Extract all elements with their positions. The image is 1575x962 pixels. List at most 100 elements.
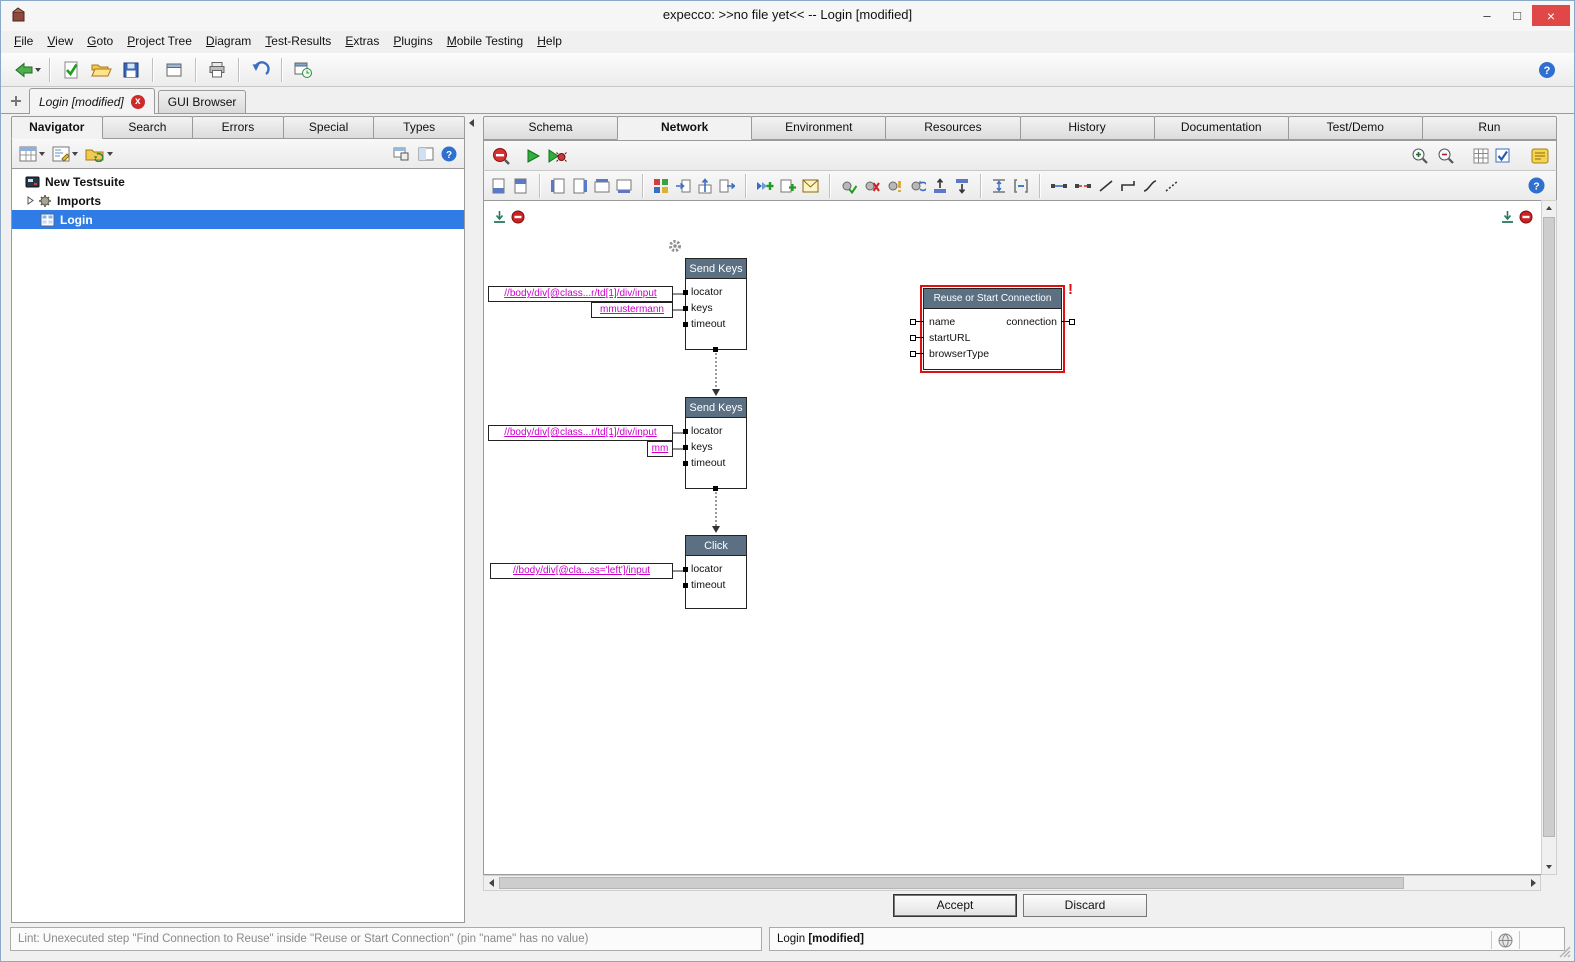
tab-resources[interactable]: Resources: [885, 116, 1020, 140]
auto-layout-button[interactable]: [651, 174, 671, 198]
tree-edit-mode-button[interactable]: [50, 142, 80, 166]
scroll-anchor-button[interactable]: [492, 210, 508, 225]
step-refresh-button[interactable]: [907, 174, 928, 198]
gear-icon[interactable]: [668, 239, 682, 253]
scroll-anchor-button[interactable]: [1500, 210, 1516, 225]
menu-plugins[interactable]: Plugins: [386, 31, 439, 53]
add-block-button[interactable]: [778, 174, 798, 198]
disable-step-button[interactable]: [861, 174, 882, 198]
pin-value-locator-2[interactable]: //body/div[@class...r/td[1]/div/input: [488, 425, 673, 441]
align-right-button[interactable]: [570, 174, 590, 198]
enable-step-button[interactable]: [838, 174, 859, 198]
move-pin-out-button[interactable]: [717, 174, 737, 198]
exec-out-pin[interactable]: [713, 347, 718, 352]
tab-types[interactable]: Types: [373, 116, 465, 139]
load-layout-button[interactable]: [511, 174, 531, 198]
resize-grip[interactable]: [1559, 946, 1571, 958]
debug-run-button[interactable]: [545, 144, 569, 168]
lower-pin-button[interactable]: [952, 174, 972, 198]
minimize-button[interactable]: –: [1472, 5, 1502, 26]
snap-to-grid-button[interactable]: [1493, 144, 1513, 168]
toolbar-help-button[interactable]: ?: [1532, 56, 1562, 84]
tab-environment[interactable]: Environment: [751, 116, 886, 140]
scroll-down-icon[interactable]: [1542, 860, 1556, 874]
open-file-button[interactable]: [86, 56, 116, 84]
pin-square-icon[interactable]: [683, 445, 688, 450]
check-syntax-button[interactable]: [56, 56, 86, 84]
tab-special[interactable]: Special: [283, 116, 375, 139]
exec-out-pin[interactable]: [713, 486, 718, 491]
run-button[interactable]: [523, 144, 543, 168]
print-button[interactable]: [202, 56, 232, 84]
float-panel-button[interactable]: [391, 142, 411, 166]
remove-anchor-button[interactable]: [1519, 210, 1535, 225]
input-pin-icon[interactable]: [910, 335, 916, 341]
tab-errors[interactable]: Errors: [192, 116, 284, 139]
accept-button[interactable]: Accept: [893, 894, 1017, 917]
zoom-in-button[interactable]: [1409, 144, 1431, 168]
expander-icon[interactable]: [26, 196, 35, 205]
canvas-hscrollbar[interactable]: [483, 875, 1541, 891]
pin-timeout[interactable]: timeout: [686, 455, 746, 471]
tab-login-modified[interactable]: Login [modified] x: [29, 88, 155, 114]
line-straight-button[interactable]: [1096, 174, 1116, 198]
panel-splitter[interactable]: [467, 113, 483, 923]
tab-run[interactable]: Run: [1422, 116, 1557, 140]
pin-locator[interactable]: locator: [686, 561, 746, 577]
pin-value-keys-1[interactable]: mmustermann: [591, 302, 673, 318]
show-notes-button[interactable]: [1529, 144, 1551, 168]
input-pin-icon[interactable]: [910, 351, 916, 357]
align-top-button[interactable]: [592, 174, 612, 198]
pin-value-keys-2[interactable]: mm: [647, 441, 673, 457]
back-button[interactable]: [11, 56, 43, 84]
distribute-vertical-button[interactable]: [989, 174, 1009, 198]
vscroll-thumb[interactable]: [1543, 217, 1555, 837]
zoom-out-button[interactable]: [1435, 144, 1457, 168]
pin-square-icon[interactable]: [683, 306, 688, 311]
pin-locator[interactable]: locator: [686, 284, 746, 300]
navigator-help-button[interactable]: ?: [439, 142, 459, 166]
add-comment-button[interactable]: [800, 174, 821, 198]
node-click[interactable]: Click locator timeout: [685, 535, 747, 609]
hscroll-thumb[interactable]: [499, 877, 1404, 889]
node-reuse-or-start-connection[interactable]: Reuse or Start Connection name connectio…: [923, 288, 1062, 370]
save-layout-button[interactable]: [489, 174, 509, 198]
move-pin-up-button[interactable]: [695, 174, 715, 198]
line-dotted-button[interactable]: [1162, 174, 1182, 198]
remove-anchor-button[interactable]: [511, 210, 527, 225]
menu-file[interactable]: File: [7, 31, 40, 53]
scroll-right-icon[interactable]: [1526, 876, 1540, 890]
diagram-help-button[interactable]: ?: [1526, 174, 1547, 198]
pin-timeout[interactable]: timeout: [686, 577, 746, 593]
clear-breakpoints-button[interactable]: [489, 144, 513, 168]
canvas-vscrollbar[interactable]: [1541, 200, 1557, 875]
add-step-button[interactable]: [754, 174, 776, 198]
pin-browsertype[interactable]: browserType: [924, 346, 1061, 362]
tab-history[interactable]: History: [1020, 116, 1155, 140]
maximize-button[interactable]: □: [1502, 5, 1532, 26]
tab-schema[interactable]: Schema: [483, 116, 618, 140]
tab-test-demo[interactable]: Test/Demo: [1288, 116, 1423, 140]
close-button[interactable]: ×: [1532, 5, 1570, 26]
pin-square-icon[interactable]: [683, 567, 688, 572]
menu-goto[interactable]: Goto: [80, 31, 120, 53]
tab-close-icon[interactable]: x: [131, 95, 145, 109]
collapse-panel-icon[interactable]: [469, 119, 474, 127]
node-send-keys-2[interactable]: Send Keys locator keys timeout: [685, 397, 747, 489]
menu-extras[interactable]: Extras: [338, 31, 386, 53]
line-orthogonal-button[interactable]: [1118, 174, 1138, 198]
discard-button[interactable]: Discard: [1023, 894, 1147, 917]
tab-documentation[interactable]: Documentation: [1154, 116, 1289, 140]
pin-square-icon[interactable]: [683, 461, 688, 466]
menu-help[interactable]: Help: [530, 31, 569, 53]
scroll-left-icon[interactable]: [484, 876, 498, 890]
tree-view-mode-button[interactable]: [17, 142, 47, 166]
menu-test-results[interactable]: Test-Results: [258, 31, 338, 53]
tab-search[interactable]: Search: [102, 116, 194, 139]
menu-project-tree[interactable]: Project Tree: [120, 31, 199, 53]
tree-row-login[interactable]: Login: [12, 210, 464, 229]
compact-layout-button[interactable]: [1011, 174, 1031, 198]
pin-name[interactable]: name connection: [924, 314, 1061, 330]
menu-diagram[interactable]: Diagram: [199, 31, 258, 53]
input-pin-icon[interactable]: [910, 319, 916, 325]
